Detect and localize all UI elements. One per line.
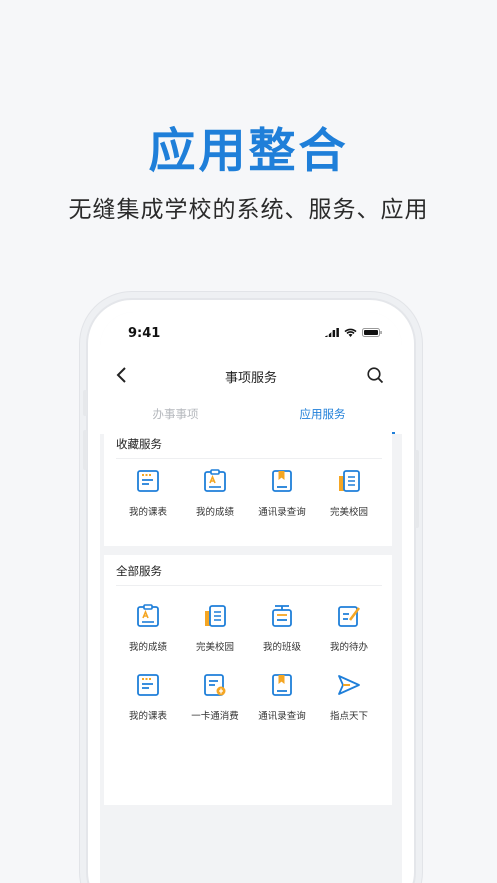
all-services-title: 全部服务 — [116, 564, 162, 578]
service-item[interactable]: 通讯录查询 — [249, 468, 315, 518]
campus-icon — [205, 605, 226, 627]
service-label: 完美校园 — [195, 642, 234, 653]
service-item[interactable]: 我的课表 — [115, 672, 181, 722]
phone-side-button — [415, 450, 419, 528]
service-item[interactable]: 我的课表 — [115, 468, 181, 518]
service-item[interactable]: 完美校园 — [316, 468, 382, 518]
contacts-icon — [272, 470, 292, 492]
service-label: 一卡通消费 — [191, 711, 239, 722]
class-icon — [272, 605, 292, 627]
grade-icon — [204, 469, 226, 492]
hero-title: 应用整合 — [148, 124, 349, 179]
service-item[interactable]: 我的成绩 — [182, 468, 248, 518]
service-item[interactable]: 完美校园 — [182, 603, 248, 653]
service-item[interactable]: 我的班级 — [249, 603, 315, 653]
phone-notch — [166, 312, 336, 338]
wifi-icon — [344, 328, 357, 337]
favorites-card: 收藏服务 我的课表 我的成绩 通讯录查询 完美校园 — [104, 428, 392, 546]
service-item[interactable]: 我的待办 — [316, 603, 382, 653]
status-icons — [325, 328, 382, 337]
timetable-icon — [137, 674, 159, 696]
battery-icon — [362, 328, 382, 337]
todo-icon — [338, 606, 361, 627]
service-item[interactable]: 我的成绩 — [115, 603, 181, 653]
card-payment-icon — [204, 674, 226, 696]
service-label: 指点天下 — [329, 711, 368, 722]
service-label: 通讯录查询 — [258, 711, 306, 722]
all-services-card: 全部服务 我的成绩 完美校园 我的班级 我的待办 我的课表 一卡通消费 通讯录查… — [104, 555, 392, 805]
contacts-icon — [272, 674, 292, 696]
service-item[interactable]: 通讯录查询 — [249, 672, 315, 722]
phone-screen: 9:41 事项服务 办事事项 应用服务 收藏服务 我的课表 我的成绩 通讯录查询… — [100, 312, 402, 883]
divider — [116, 458, 382, 459]
hero-subtitle: 无缝集成学校的系统、服务、应用 — [68, 197, 429, 223]
service-label: 我的成绩 — [128, 642, 167, 653]
phone-side-button — [83, 390, 87, 416]
phone-side-button — [83, 430, 87, 470]
service-item[interactable]: 一卡通消费 — [182, 672, 248, 722]
service-label: 完美校园 — [329, 507, 368, 518]
service-item[interactable]: 指点天下 — [316, 672, 382, 722]
grade-icon — [137, 604, 159, 627]
page-title: 事项服务 — [224, 371, 277, 386]
favorites-title: 收藏服务 — [116, 437, 162, 451]
service-label: 我的成绩 — [195, 507, 234, 518]
send-icon — [338, 675, 360, 695]
navbar: 事项服务 — [100, 356, 402, 396]
campus-icon — [339, 470, 360, 492]
search-icon[interactable] — [367, 367, 384, 388]
status-time: 9:41 — [128, 326, 161, 341]
service-label: 我的课表 — [128, 711, 167, 722]
service-label: 我的课表 — [128, 507, 167, 518]
timetable-icon — [137, 470, 159, 492]
service-label: 我的班级 — [262, 642, 301, 653]
divider — [116, 585, 382, 586]
service-label: 通讯录查询 — [258, 507, 306, 518]
service-label: 我的待办 — [329, 642, 368, 653]
